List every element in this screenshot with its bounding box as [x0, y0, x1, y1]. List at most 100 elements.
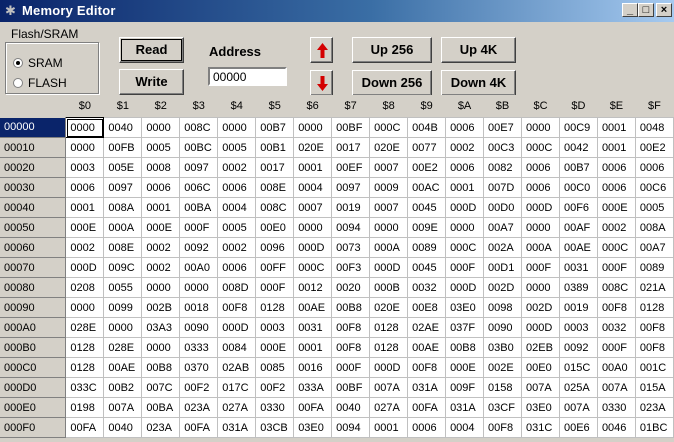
memory-cell[interactable]: 000A: [369, 237, 409, 258]
memory-cell[interactable]: 025A: [558, 377, 598, 398]
memory-cell[interactable]: 0000: [65, 297, 105, 318]
memory-cell[interactable]: 0001: [445, 177, 485, 198]
memory-cell[interactable]: 00F8: [634, 317, 674, 338]
memory-cell[interactable]: 000E: [596, 197, 636, 218]
memory-cell[interactable]: 015C: [558, 357, 598, 378]
memory-cell[interactable]: 00A7: [483, 217, 522, 238]
memory-cell[interactable]: 03E0: [293, 417, 333, 438]
memory-cell[interactable]: 00FF: [255, 257, 295, 278]
memory-cell[interactable]: 015A: [634, 377, 674, 398]
memory-cell[interactable]: 0094: [331, 417, 371, 438]
memory-cell[interactable]: 007A: [369, 377, 409, 398]
memory-cell[interactable]: 00F8: [217, 297, 257, 318]
memory-cell[interactable]: 0046: [596, 417, 636, 438]
memory-cell[interactable]: 0005: [141, 137, 181, 158]
memory-cell[interactable]: 000F: [445, 257, 485, 278]
memory-cell[interactable]: 0001: [141, 197, 181, 218]
memory-cell[interactable]: 008D: [217, 277, 257, 298]
memory-cell[interactable]: 00B2: [103, 377, 143, 398]
memory-cell[interactable]: 0006: [634, 157, 674, 178]
memory-cell[interactable]: 0208: [65, 277, 105, 298]
memory-cell[interactable]: 0020: [331, 277, 371, 298]
memory-cell[interactable]: 00A0: [179, 257, 219, 278]
memory-cell[interactable]: 0006: [141, 177, 181, 198]
memory-cell[interactable]: 000E: [65, 217, 105, 238]
memory-cell[interactable]: 00F8: [407, 357, 447, 378]
memory-cell[interactable]: 031A: [217, 417, 257, 438]
memory-cell[interactable]: 0000: [521, 117, 560, 138]
row-address[interactable]: 000D0: [0, 377, 67, 398]
memory-cell[interactable]: 0006: [445, 117, 485, 138]
memory-cell[interactable]: 0055: [103, 277, 143, 298]
memory-cell[interactable]: 00BA: [141, 397, 181, 418]
memory-cell[interactable]: 00F8: [331, 337, 371, 358]
memory-cell[interactable]: 00FA: [293, 397, 333, 418]
memory-cell[interactable]: 0004: [445, 417, 485, 438]
memory-cell[interactable]: 00A7: [634, 237, 674, 258]
memory-cell[interactable]: 0002: [141, 257, 181, 278]
memory-cell[interactable]: 0092: [179, 237, 219, 258]
memory-cell[interactable]: 0007: [369, 157, 409, 178]
memory-cell[interactable]: 0128: [369, 317, 409, 338]
memory-cell[interactable]: 002D: [483, 277, 522, 298]
memory-cell[interactable]: 000C: [596, 237, 636, 258]
memory-cell[interactable]: 0090: [483, 317, 522, 338]
memory-cell[interactable]: 002E: [483, 357, 522, 378]
memory-cell[interactable]: 00F6: [558, 197, 598, 218]
memory-cell[interactable]: 000A: [521, 237, 560, 258]
memory-cell[interactable]: 031A: [445, 397, 485, 418]
memory-cell[interactable]: 028E: [103, 337, 143, 358]
memory-cell[interactable]: 0004: [217, 197, 257, 218]
memory-cell[interactable]: 00C6: [634, 177, 674, 198]
memory-cell[interactable]: 0000: [179, 277, 219, 298]
memory-cell[interactable]: 0333: [179, 337, 219, 358]
memory-cell[interactable]: 007A: [103, 397, 143, 418]
memory-cell[interactable]: 03E0: [521, 397, 560, 418]
memory-cell[interactable]: 007C: [141, 377, 181, 398]
memory-cell[interactable]: 002D: [521, 297, 560, 318]
row-address[interactable]: 000E0: [0, 397, 67, 418]
memory-cell[interactable]: 0128: [255, 297, 295, 318]
radio-sram-indicator[interactable]: [13, 58, 23, 68]
down-256-button[interactable]: Down 256: [352, 70, 432, 96]
memory-cell[interactable]: 0073: [331, 237, 371, 258]
memory-cell[interactable]: 000F: [255, 277, 295, 298]
memory-cell[interactable]: 0000: [65, 117, 105, 138]
memory-cell[interactable]: 0006: [596, 177, 636, 198]
memory-cell[interactable]: 008C: [179, 117, 219, 138]
memory-cell[interactable]: 0005: [634, 197, 674, 218]
up-4k-button[interactable]: Up 4K: [441, 37, 516, 63]
memory-cell[interactable]: 00E2: [407, 157, 447, 178]
memory-cell[interactable]: 00AE: [558, 237, 598, 258]
memory-cell[interactable]: 0006: [217, 177, 257, 198]
memory-cell[interactable]: 033C: [65, 377, 105, 398]
memory-cell[interactable]: 00B8: [445, 337, 485, 358]
memory-cell[interactable]: 00AE: [293, 297, 333, 318]
memory-cell[interactable]: 0097: [179, 157, 219, 178]
memory-cell[interactable]: 0000: [521, 217, 560, 238]
memory-cell[interactable]: 00FA: [407, 397, 447, 418]
memory-cell[interactable]: 0001: [293, 337, 333, 358]
memory-cell[interactable]: 0099: [103, 297, 143, 318]
memory-cell[interactable]: 00C3: [483, 137, 522, 158]
memory-cell[interactable]: 0077: [407, 137, 447, 158]
memory-cell[interactable]: 008E: [255, 177, 295, 198]
memory-cell[interactable]: 021A: [634, 277, 674, 298]
radio-flash-indicator[interactable]: [13, 78, 23, 88]
memory-cell[interactable]: 0002: [217, 157, 257, 178]
memory-cell[interactable]: 03B0: [483, 337, 522, 358]
memory-cell[interactable]: 000E: [141, 217, 181, 238]
memory-cell[interactable]: 007A: [596, 377, 636, 398]
read-button[interactable]: Read: [119, 37, 184, 63]
row-address[interactable]: 00040: [0, 197, 67, 218]
close-button[interactable]: ×: [656, 3, 672, 17]
memory-cell[interactable]: 023A: [141, 417, 181, 438]
memory-cell[interactable]: 0330: [596, 397, 636, 418]
memory-cell[interactable]: 00E7: [483, 117, 522, 138]
memory-cell[interactable]: 00E2: [634, 137, 674, 158]
radio-sram[interactable]: SRAM: [13, 56, 63, 70]
memory-cell[interactable]: 01BC: [634, 417, 674, 438]
row-address[interactable]: 00060: [0, 237, 67, 258]
memory-cell[interactable]: 007A: [521, 377, 560, 398]
memory-cell[interactable]: 002A: [483, 237, 522, 258]
